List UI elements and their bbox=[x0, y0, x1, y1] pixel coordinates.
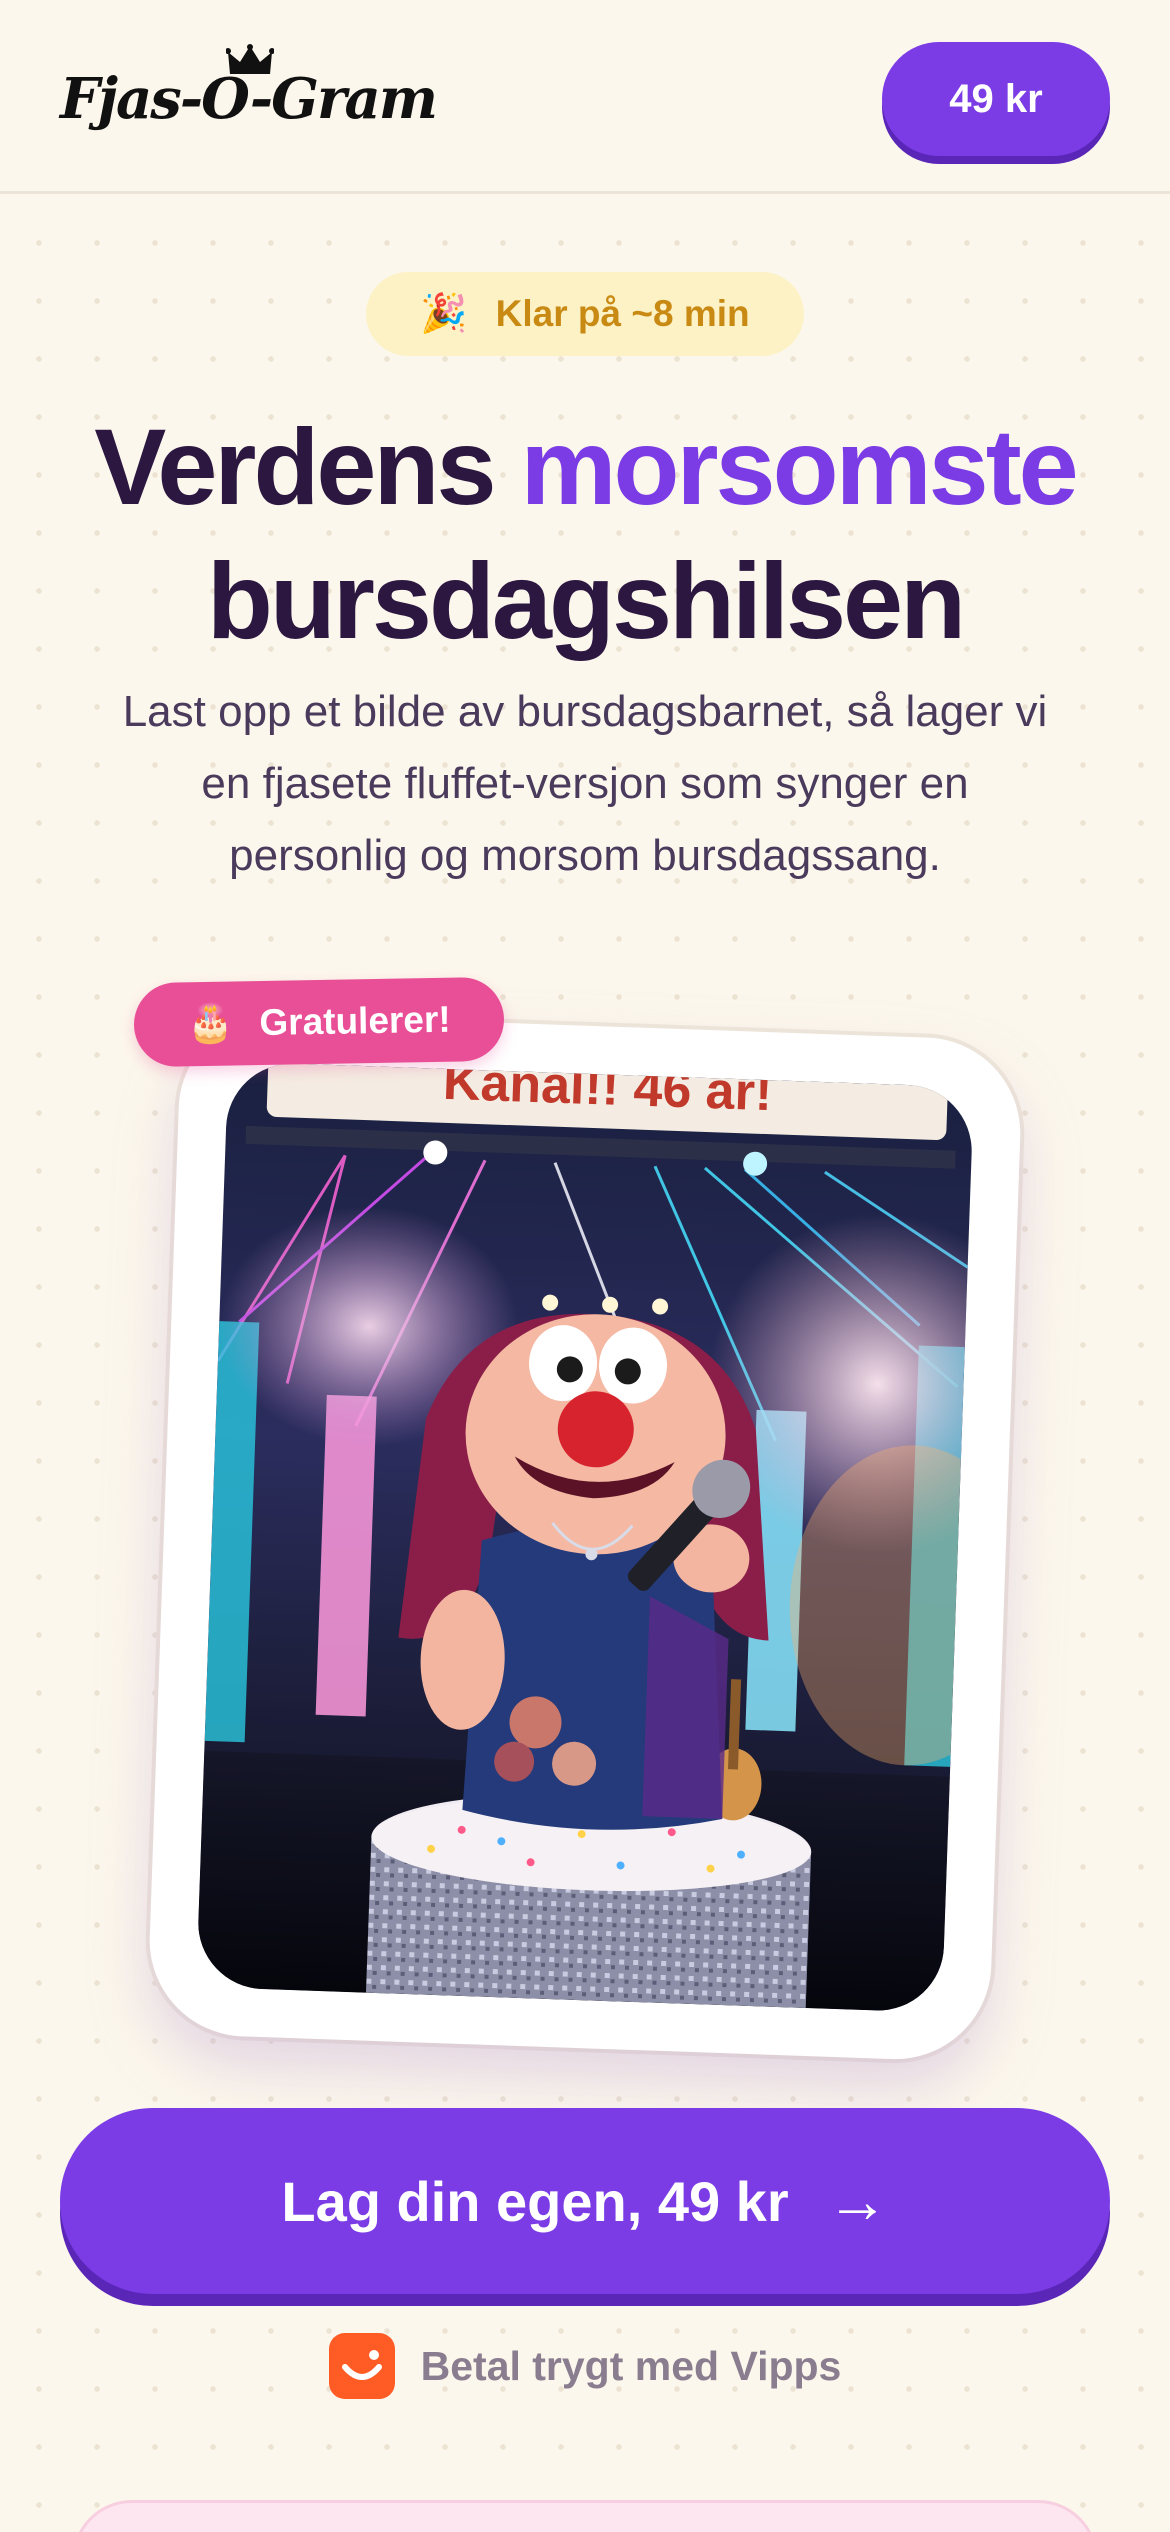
title-part-1: Verdens bbox=[94, 406, 521, 527]
price-label: 49 kr bbox=[949, 76, 1043, 121]
vipps-payment-note: Betal trygt med Vipps bbox=[0, 2330, 1170, 2402]
brand-logo[interactable]: Fjas-O-Gram bbox=[60, 44, 438, 132]
cake-icon: 🎂 bbox=[186, 1001, 234, 1044]
preview-card: Kanal!! 46 år! bbox=[146, 1011, 1024, 2063]
vipps-label: Betal trygt med Vipps bbox=[420, 2342, 842, 2389]
crown-icon bbox=[226, 44, 274, 74]
party-popper-icon: 🎉 bbox=[420, 293, 468, 335]
title-part-2: bursdagshilsen bbox=[206, 540, 966, 661]
create-own-label: Lag din egen, 49 kr bbox=[281, 2169, 789, 2233]
preview-image[interactable]: Kanal!! 46 år! bbox=[196, 1061, 974, 2013]
congrats-label: Gratulerer! bbox=[259, 998, 451, 1044]
title-accent: morsomste bbox=[520, 406, 1079, 527]
next-section-card bbox=[72, 2500, 1098, 2532]
create-own-button[interactable]: Lag din egen, 49 kr → bbox=[60, 2108, 1110, 2294]
hero-description: Last opp et bilde av bursdagsbarnet, så … bbox=[122, 687, 1048, 880]
price-button[interactable]: 49 kr bbox=[882, 42, 1110, 156]
vipps-logo-icon bbox=[328, 2333, 395, 2399]
page-title: Verdens morsomste bursdagshilsen bbox=[0, 400, 1170, 668]
arrow-right-icon: → bbox=[826, 2166, 889, 2236]
ready-time-label: Klar på ~8 min bbox=[495, 293, 750, 334]
congrats-badge: 🎂 Gratulerer! bbox=[133, 976, 505, 1068]
top-header: Fjas-O-Gram 49 kr bbox=[0, 0, 1170, 194]
puppet-stage-illustration: Kanal!! 46 år! bbox=[196, 1061, 974, 2013]
ready-time-badge: 🎉 Klar på ~8 min bbox=[366, 272, 804, 356]
